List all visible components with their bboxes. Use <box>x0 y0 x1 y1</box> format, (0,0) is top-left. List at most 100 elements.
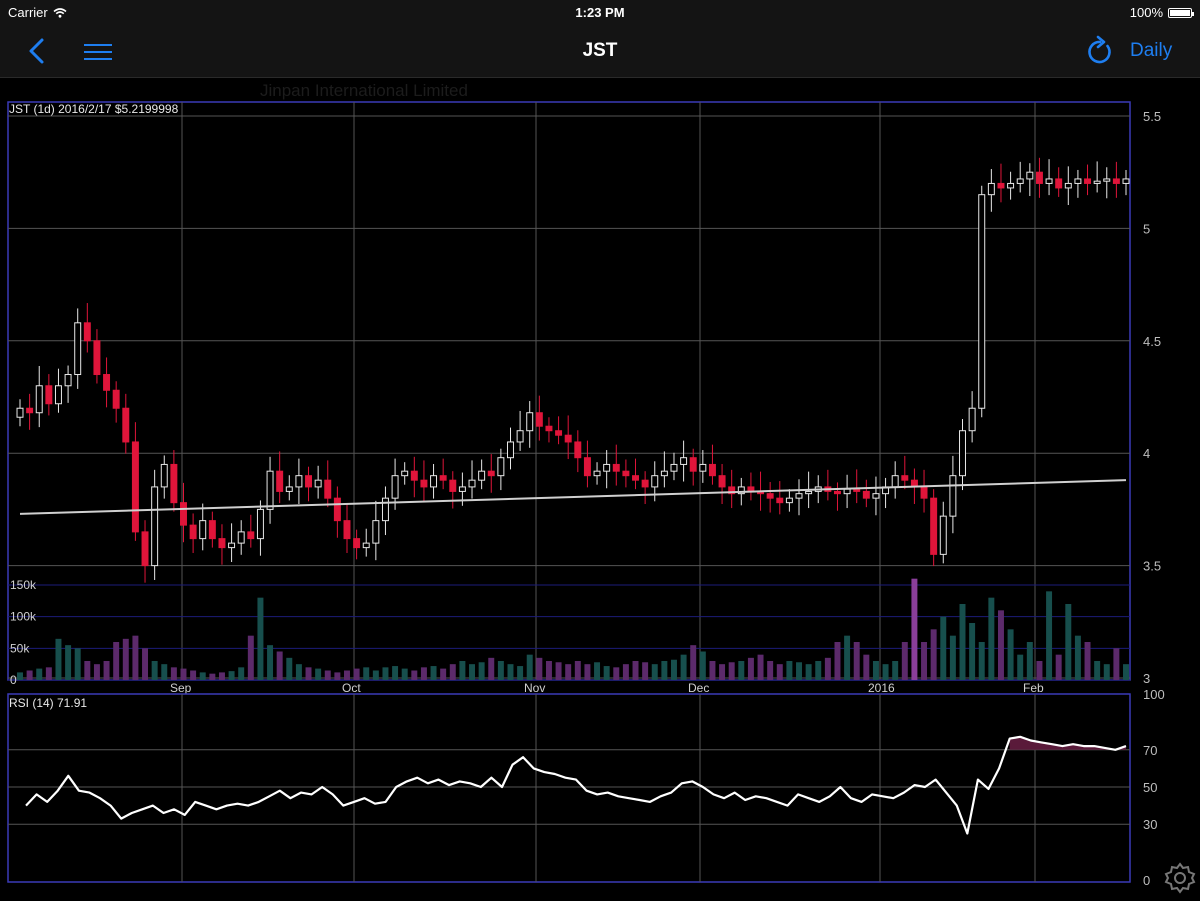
price-tick-label: 4.5 <box>1143 334 1161 349</box>
candle <box>228 523 236 563</box>
candle <box>776 481 784 515</box>
volume-tick-label: 150k <box>10 578 37 592</box>
candle <box>343 503 351 554</box>
volume-bar <box>1123 664 1129 680</box>
volume-bar <box>459 661 466 680</box>
candle <box>170 450 178 512</box>
candle <box>795 479 803 516</box>
volume-bar <box>1113 648 1120 680</box>
candle <box>372 500 380 561</box>
candle <box>439 458 447 490</box>
candle <box>237 520 245 555</box>
candle <box>420 460 428 502</box>
stock-chart[interactable]: Jinpan International Limited 3 3.5 4 4.5 5 5.… <box>0 78 1200 900</box>
volume-bar <box>997 610 1004 680</box>
chart-settings-button[interactable] <box>1162 860 1198 896</box>
volume-bar <box>747 657 754 680</box>
volume-bar <box>863 654 870 680</box>
period-selector-button[interactable]: Daily <box>1130 40 1172 62</box>
volume-bar <box>872 661 879 680</box>
candle <box>305 466 313 502</box>
candle <box>487 454 495 493</box>
candle <box>968 391 976 443</box>
candle <box>151 469 159 580</box>
candle <box>218 524 226 565</box>
candle <box>670 452 678 481</box>
candle <box>853 469 861 504</box>
rsi-tick-label: 0 <box>1143 873 1150 888</box>
candle <box>574 430 582 473</box>
volume-bar <box>84 661 91 680</box>
candle <box>45 374 53 416</box>
price-tick-label: 3.5 <box>1143 559 1161 574</box>
volume-bar <box>834 642 841 680</box>
back-button[interactable] <box>22 36 54 68</box>
rsi-tick-label: 30 <box>1143 817 1157 832</box>
candle <box>199 503 207 551</box>
volume-bar <box>344 670 350 680</box>
volume-bar <box>728 662 735 680</box>
rsi-line <box>25 735 1127 835</box>
candle <box>862 479 870 508</box>
candle <box>256 500 264 556</box>
candle <box>180 482 187 543</box>
page-title: JST <box>582 40 618 61</box>
candle <box>295 458 303 505</box>
rsi-tick-label: 70 <box>1143 743 1157 758</box>
volume-bar <box>430 666 437 680</box>
volume-bar <box>1046 591 1053 680</box>
volume-bar <box>488 657 495 680</box>
price-panel: Jinpan International Limited 3 3.5 4 4.5 5 5.… <box>7 81 1161 695</box>
candle <box>362 528 370 557</box>
volume-bar <box>276 651 283 680</box>
volume-bar <box>661 661 668 680</box>
candle <box>112 381 120 423</box>
volume-bar <box>690 645 697 680</box>
hamburger-menu-icon <box>84 44 112 60</box>
candle <box>208 511 216 548</box>
volume-bar <box>1084 642 1091 680</box>
candle <box>1045 159 1053 196</box>
volume-bar <box>815 661 822 680</box>
candle <box>535 395 543 441</box>
candle <box>381 486 389 536</box>
wifi-icon <box>53 7 67 18</box>
volume-bar <box>190 670 197 680</box>
candle <box>26 393 34 430</box>
volume-bar <box>497 661 504 680</box>
volume-bar <box>420 667 427 680</box>
volume-bar <box>1026 642 1033 680</box>
x-tick-label: Sep <box>170 681 192 695</box>
volume-bar <box>218 672 225 680</box>
volume-bar <box>17 672 23 680</box>
rsi-axis: 0 30 50 70 100 <box>1143 687 1165 888</box>
x-tick-label: Oct <box>342 681 361 695</box>
candle <box>766 481 774 513</box>
volume-bar <box>940 616 947 680</box>
volume-bar <box>36 668 43 680</box>
candle <box>689 448 697 486</box>
volume-bar <box>1065 604 1072 680</box>
carrier-label: Carrier <box>8 5 48 20</box>
volume-bar <box>440 668 447 680</box>
refresh-button[interactable] <box>1084 34 1116 68</box>
volume-bar <box>228 671 235 680</box>
candle <box>83 303 91 353</box>
volume-bar <box>622 664 629 680</box>
price-info-label: JST (1d) 2016/2/17 $5.2199998 <box>9 102 179 116</box>
volume-bar <box>286 657 293 680</box>
volume-bar <box>113 642 120 680</box>
menu-button[interactable] <box>80 36 116 68</box>
volume-bar <box>651 664 658 680</box>
battery-icon <box>1168 7 1194 18</box>
volume-bar <box>238 667 245 680</box>
candle <box>660 451 668 488</box>
volume-bar <box>1017 654 1024 680</box>
volume-bar <box>699 651 706 680</box>
candle <box>74 308 82 389</box>
volume-axis: 0 50k 100k 150k <box>10 578 37 687</box>
volume-bar <box>911 578 918 680</box>
candle <box>959 419 966 491</box>
volume-bar <box>565 664 572 680</box>
candle <box>545 417 553 443</box>
